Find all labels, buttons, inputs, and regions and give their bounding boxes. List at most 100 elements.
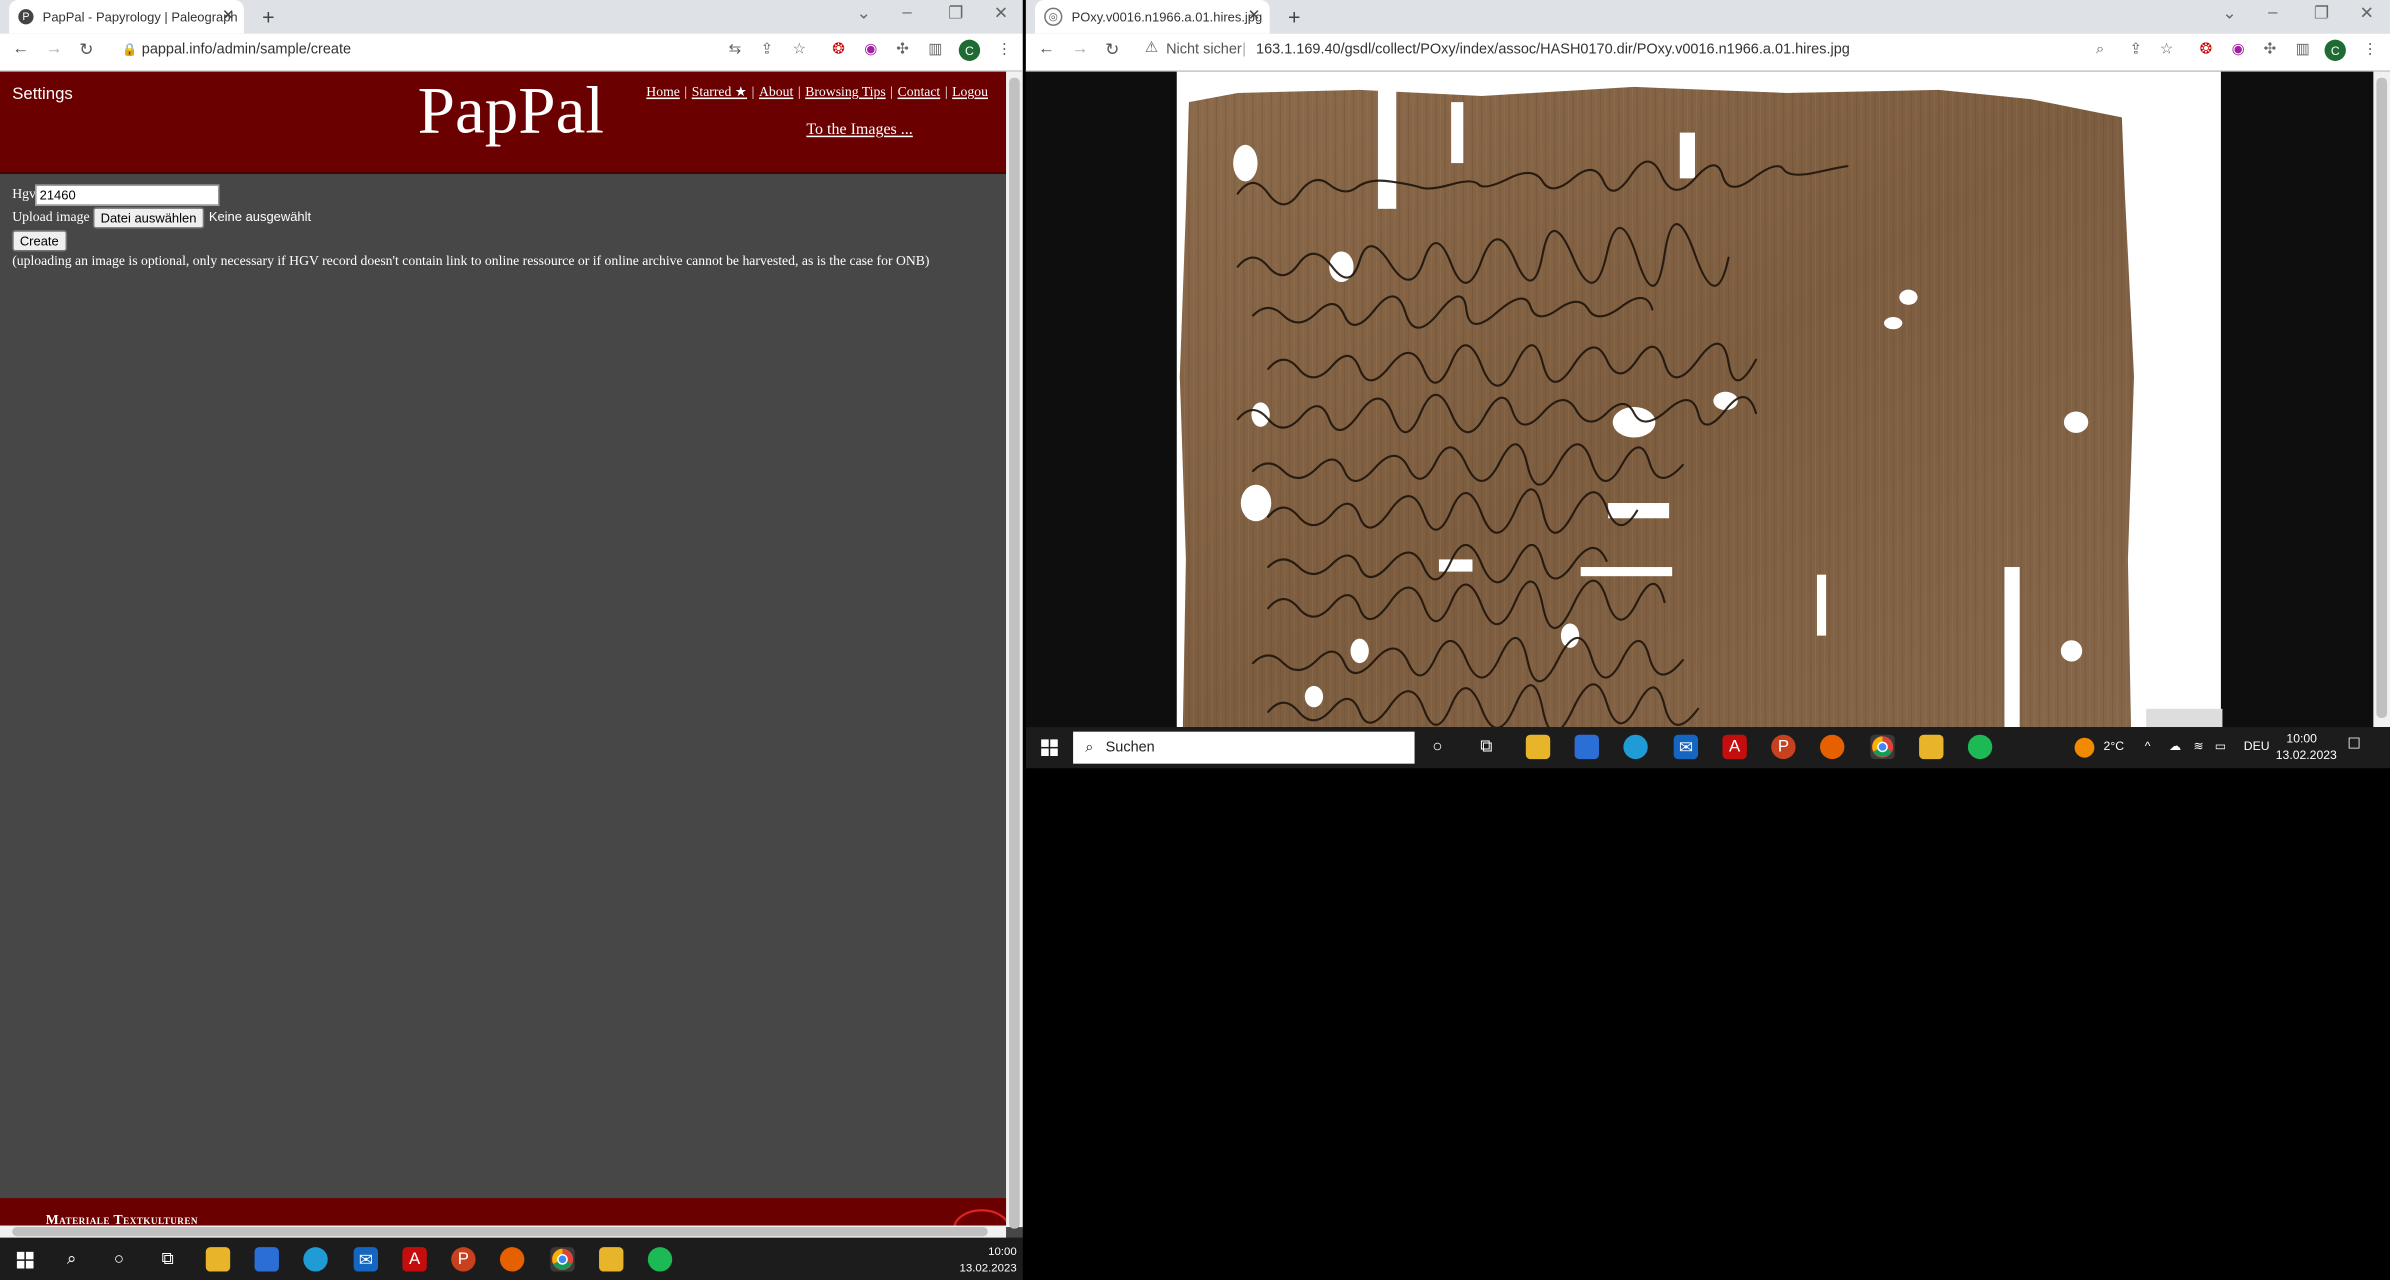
forward-icon[interactable]: → [1072, 40, 1089, 58]
chevron-up-icon[interactable]: ^ [2145, 739, 2151, 753]
search-icon[interactable]: ⌕ [59, 1247, 83, 1271]
sidepanel-icon[interactable]: ▥ [2296, 41, 2310, 58]
cortana-icon[interactable]: ○ [107, 1247, 131, 1271]
close-window-icon[interactable]: ✕ [994, 3, 1008, 23]
zoom-icon[interactable]: ⌕ [2096, 41, 2105, 58]
windows-start-icon[interactable] [1037, 735, 1061, 759]
forward-icon[interactable]: → [46, 40, 63, 58]
star-icon[interactable]: ☆ [793, 41, 807, 58]
sidepanel-icon[interactable]: ▥ [928, 41, 942, 58]
reload-icon[interactable]: ↻ [1105, 40, 1119, 59]
back-icon[interactable]: ← [12, 40, 29, 58]
share-icon[interactable]: ⇪ [761, 41, 774, 58]
mail-icon[interactable]: ✉ [1673, 734, 1699, 760]
vertical-scrollbar-right[interactable] [2373, 71, 2390, 728]
translate-icon[interactable]: ⇆ [729, 41, 742, 58]
close-window-icon[interactable]: ✕ [2360, 3, 2374, 23]
tab-pappal[interactable]: P PapPal - Papyrology | Paleograph ✕ [9, 0, 244, 34]
acrobat-icon[interactable]: A [1722, 734, 1747, 760]
horizontal-scrollbar[interactable] [0, 1225, 1007, 1238]
acrobat-icon[interactable]: A [402, 1246, 427, 1272]
hgv-input[interactable]: 21460 [35, 184, 220, 206]
powerpoint-icon[interactable]: P [1771, 734, 1796, 760]
tab-poxy-image[interactable]: ◎ POxy.v0016.n1966.a.01.hires.jpg ✕ [1034, 0, 1270, 34]
chevron-down-icon[interactable]: ⌄ [857, 3, 871, 23]
taskbar-clock[interactable]: 10:00 13.02.2023 [959, 1242, 1016, 1276]
nav-home[interactable]: Home [646, 84, 680, 99]
chevron-down-icon[interactable]: ⌄ [2222, 3, 2236, 23]
nav-logout[interactable]: Logou [952, 84, 988, 99]
security-status[interactable]: Nicht sicher [1166, 41, 1242, 58]
store-icon[interactable] [254, 1246, 279, 1272]
taskbar-clock[interactable]: 10:00 13.02.2023 [2276, 730, 2337, 764]
nav-starred[interactable]: Starred ★ [692, 84, 747, 99]
to-images-link[interactable]: To the Images ... [806, 122, 912, 139]
task-view-icon[interactable]: ⧉ [155, 1247, 179, 1271]
store-icon[interactable] [1574, 734, 1599, 760]
task-view-icon[interactable]: ⧉ [1474, 735, 1498, 759]
warning-icon[interactable]: ⚠ [1145, 40, 1159, 57]
folder-app-icon[interactable] [599, 1246, 624, 1272]
menu-icon[interactable]: ⋮ [2363, 41, 2378, 58]
chrome-icon[interactable] [1870, 734, 1895, 760]
folder-app-icon[interactable] [1919, 734, 1944, 760]
close-icon[interactable]: ✕ [1248, 8, 1261, 25]
extension-icon[interactable]: ◉ [864, 41, 877, 58]
puzzle-icon[interactable]: ✣ [2264, 41, 2277, 58]
minimize-icon[interactable]: – [2268, 3, 2277, 21]
settings-link[interactable]: Settings [12, 85, 73, 103]
close-icon[interactable]: ✕ [222, 8, 235, 25]
reload-icon[interactable]: ↻ [79, 40, 93, 59]
profile-avatar[interactable]: C [2324, 39, 2346, 61]
star-icon[interactable]: ☆ [2160, 41, 2174, 58]
firefox-icon[interactable] [1820, 734, 1845, 760]
firefox-icon[interactable] [499, 1246, 525, 1272]
vertical-scrollbar[interactable] [1006, 71, 1023, 1229]
profile-avatar[interactable]: C [958, 39, 981, 61]
minimize-icon[interactable]: – [902, 3, 911, 21]
tab-strip: P PapPal - Papyrology | Paleograph ✕ + ⌄… [0, 0, 1023, 34]
new-tab-icon[interactable]: + [1288, 5, 1300, 29]
back-icon[interactable]: ← [1038, 40, 1055, 58]
new-tab-icon[interactable]: + [262, 5, 274, 29]
puzzle-icon[interactable]: ✣ [896, 41, 909, 58]
spotify-icon[interactable] [1967, 734, 1993, 760]
network-icon[interactable]: ☁ [2169, 739, 2181, 753]
temperature[interactable]: 2°C [2104, 739, 2124, 753]
edge-icon[interactable] [303, 1246, 328, 1272]
spotify-icon[interactable] [647, 1246, 673, 1272]
wifi-icon[interactable]: ≋ [2193, 739, 2203, 753]
search-box[interactable]: ⌕ Suchen [1073, 731, 1415, 764]
address-bar[interactable]: 163.1.169.40/gsdl/collect/POxy/index/ass… [1256, 41, 1850, 58]
chrome-icon[interactable] [550, 1246, 575, 1272]
edge-icon[interactable] [1623, 734, 1648, 760]
no-file-text: Keine ausgewählt [208, 208, 312, 225]
notification-icon[interactable]: ☐ [2347, 736, 2361, 753]
file-explorer-icon[interactable] [205, 1246, 231, 1272]
extension-icon[interactable]: ◉ [2232, 41, 2245, 58]
nav-contact[interactable]: Contact [898, 84, 941, 99]
weather-icon[interactable] [2074, 737, 2095, 758]
cortana-icon[interactable]: ○ [1425, 735, 1449, 759]
mail-icon[interactable]: ✉ [353, 1246, 379, 1272]
image-viewer [1025, 71, 2374, 728]
restore-icon[interactable]: ❐ [2314, 3, 2329, 23]
site-logo[interactable]: PapPal [418, 72, 604, 150]
windows-start-icon[interactable] [12, 1247, 36, 1271]
create-button[interactable]: Create [12, 230, 67, 252]
address-bar[interactable]: pappal.info/admin/sample/create [142, 41, 351, 58]
file-explorer-icon[interactable] [1525, 734, 1551, 760]
papyrus-image[interactable] [1176, 71, 2221, 728]
restore-icon[interactable]: ❐ [948, 3, 963, 23]
menu-icon[interactable]: ⋮ [997, 41, 1012, 58]
lock-icon[interactable]: 🔒 [122, 43, 137, 57]
battery-icon[interactable]: ▭ [2215, 739, 2227, 753]
language-indicator[interactable]: DEU [2244, 739, 2270, 753]
powerpoint-icon[interactable]: P [451, 1246, 476, 1272]
extension-icon[interactable]: ❂ [832, 41, 845, 58]
nav-browsing-tips[interactable]: Browsing Tips [805, 84, 885, 99]
share-icon[interactable]: ⇪ [2129, 41, 2142, 58]
nav-about[interactable]: About [759, 84, 793, 99]
choose-file-button[interactable]: Datei auswählen [92, 207, 205, 229]
extension-icon[interactable]: ❂ [2200, 41, 2213, 58]
